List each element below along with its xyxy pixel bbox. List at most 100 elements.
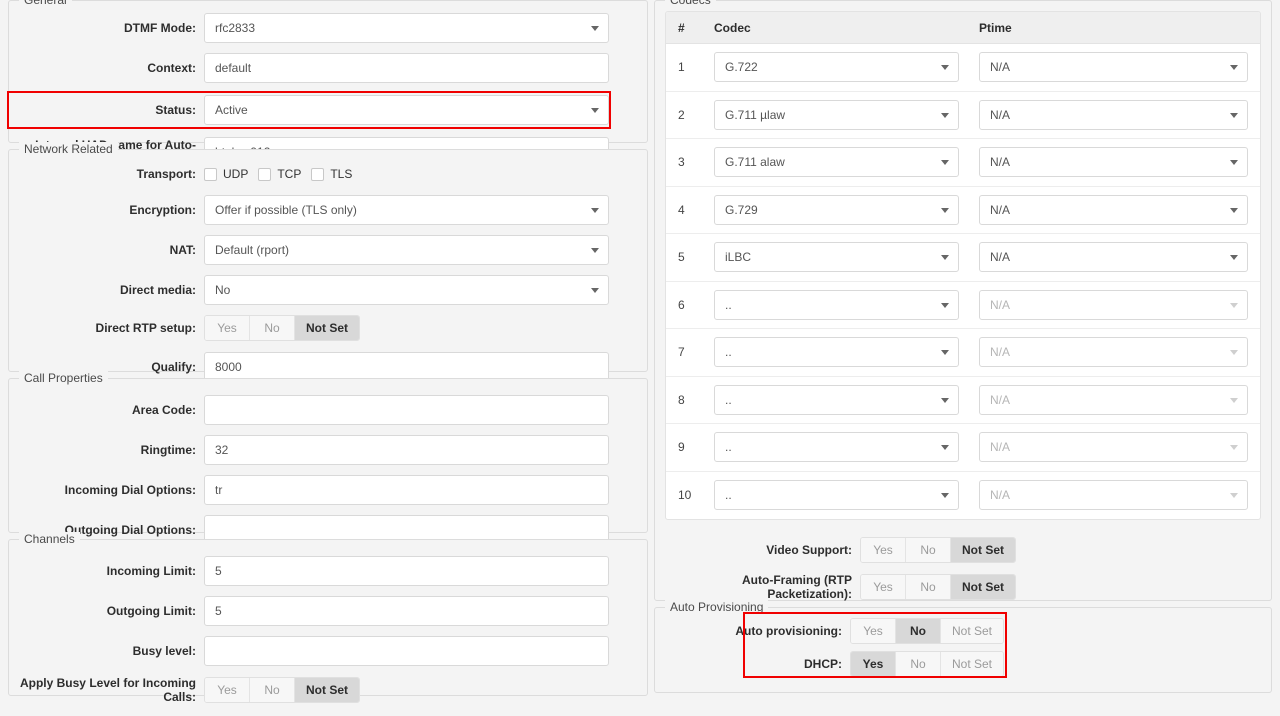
chevron-down-icon [1230, 397, 1238, 403]
toggle-auto-framing-yes[interactable]: Yes [861, 575, 906, 599]
chevron-down-icon [941, 445, 949, 451]
checkbox-item-udp[interactable]: UDP [204, 167, 248, 181]
select-codec-2[interactable]: G.711 µlaw [714, 99, 959, 130]
select-status[interactable]: Active [204, 95, 609, 125]
select-direct-media-value: No [215, 283, 231, 297]
select-codec-7[interactable]: .. [714, 337, 959, 368]
codec-row-number: 7 [678, 345, 685, 360]
table-row: 6 .. N/A [666, 282, 1260, 329]
select-direct-media[interactable]: No [204, 275, 609, 305]
field-row-outgoing-limit: Outgoing Limit: 5 [9, 596, 609, 626]
toggle-video-support-no[interactable]: No [906, 538, 951, 562]
input-context[interactable]: default [204, 53, 609, 83]
checkbox-tcp[interactable] [258, 167, 272, 181]
select-ptime-3[interactable]: N/A [979, 147, 1248, 178]
chevron-down-icon [941, 207, 949, 213]
table-row: 3 G.711 alaw N/A [666, 139, 1260, 187]
field-row-ringtime: Ringtime: 32 [9, 435, 609, 465]
select-dtmf-mode-value: rfc2833 [215, 21, 256, 35]
codec-row-number: 8 [678, 392, 685, 407]
panel-call-properties-legend: Call Properties [19, 371, 108, 385]
label-video-support: Video Support: [766, 543, 852, 557]
select-ptime-3-value: N/A [990, 155, 1011, 170]
checkbox-tls[interactable] [311, 167, 325, 181]
codec-row-number: 9 [678, 440, 685, 455]
left-column: General DTMF Mode: rfc2833 Context: defa… [7, 0, 648, 704]
select-ptime-10: N/A [979, 480, 1248, 511]
toggle-auto-framing-no[interactable]: No [906, 575, 951, 599]
input-outgoing-limit[interactable]: 5 [204, 596, 609, 626]
chevron-down-icon [1230, 112, 1238, 118]
select-ptime-1-value: N/A [990, 60, 1011, 75]
checkbox-item-tls[interactable]: TLS [311, 167, 352, 181]
input-incoming-dial-options[interactable]: tr [204, 475, 609, 505]
toggle-direct-rtp-no[interactable]: No [250, 316, 295, 340]
label-outgoing-limit: Outgoing Limit: [106, 604, 196, 618]
toggle-direct-rtp-not-set[interactable]: Not Set [295, 316, 359, 340]
select-codec-8[interactable]: .. [714, 384, 959, 415]
chevron-down-icon [1230, 350, 1238, 356]
select-codec-10[interactable]: .. [714, 480, 959, 511]
chevron-down-icon [941, 397, 949, 403]
select-codec-2-value: G.711 µlaw [725, 107, 786, 122]
label-area-code: Area Code: [131, 403, 196, 417]
toggle-video-support-yes[interactable]: Yes [861, 538, 906, 562]
select-ptime-9-value: N/A [990, 440, 1011, 455]
panel-channels: Channels Incoming Limit: 5 Outgoing Limi… [8, 532, 648, 704]
select-nat[interactable]: Default (rport) [204, 235, 609, 265]
field-row-direct-media: Direct media: No [9, 275, 609, 305]
select-encryption[interactable]: Offer if possible (TLS only) [204, 195, 609, 225]
toggle-auto-framing-not-set[interactable]: Not Set [951, 575, 1015, 599]
chevron-down-icon [591, 248, 599, 253]
codec-row-number: 1 [678, 60, 685, 75]
field-row-incoming-dial-options: Incoming Dial Options: tr [9, 475, 609, 505]
select-codec-1[interactable]: G.722 [714, 52, 959, 83]
label-auto-framing: Auto-Framing (RTP Packetization): [742, 573, 852, 601]
table-row: 2 G.711 µlaw N/A [666, 92, 1260, 139]
select-ptime-10-value: N/A [990, 488, 1011, 503]
select-ptime-1[interactable]: N/A [979, 52, 1248, 83]
select-codec-6-value: .. [725, 297, 732, 312]
select-ptime-5[interactable]: N/A [979, 242, 1248, 273]
input-busy-level[interactable] [204, 636, 609, 666]
select-codec-3[interactable]: G.711 alaw [714, 147, 959, 178]
select-codec-9-value: .. [725, 440, 732, 455]
codec-row-number: 10 [678, 488, 692, 503]
checkbox-udp[interactable] [204, 167, 217, 181]
codec-row-number: 3 [678, 155, 685, 170]
input-area-code[interactable] [204, 395, 609, 425]
select-ptime-7-value: N/A [990, 345, 1011, 360]
input-ringtime[interactable]: 32 [204, 435, 609, 465]
input-incoming-limit[interactable]: 5 [204, 556, 609, 586]
toggle-apply-busy-not-set[interactable]: Not Set [295, 678, 359, 702]
select-codec-5[interactable]: iLBC [714, 242, 959, 273]
table-row: 4 G.729 N/A [666, 187, 1260, 234]
select-codec-4[interactable]: G.729 [714, 194, 959, 225]
codec-row-number: 4 [678, 202, 685, 217]
select-ptime-4[interactable]: N/A [979, 194, 1248, 225]
select-ptime-2[interactable]: N/A [979, 99, 1248, 130]
select-codec-6[interactable]: .. [714, 289, 959, 320]
panel-general-legend: General [19, 0, 72, 7]
select-codec-7-value: .. [725, 345, 732, 360]
column-header-number: # [678, 20, 685, 35]
field-row-dtmf-mode: DTMF Mode: rfc2833 [9, 13, 609, 43]
toggle-apply-busy-yes[interactable]: Yes [205, 678, 250, 702]
toggle-group-direct-rtp-setup: Yes No Not Set [204, 315, 360, 341]
chevron-down-icon [941, 160, 949, 166]
select-codec-9[interactable]: .. [714, 432, 959, 463]
field-row-direct-rtp-setup: Direct RTP setup: Yes No Not Set [9, 315, 609, 341]
toggle-apply-busy-no[interactable]: No [250, 678, 295, 702]
chevron-down-icon [591, 26, 599, 31]
label-nat: NAT: [169, 243, 196, 257]
select-codec-8-value: .. [725, 392, 732, 407]
checkbox-tcp-label: TCP [277, 167, 302, 181]
table-row: 5 iLBC N/A [666, 234, 1260, 282]
chevron-down-icon [1230, 65, 1238, 71]
field-row-status: Status: Active [7, 91, 611, 129]
panel-codecs-legend: Codecs [665, 0, 716, 7]
checkbox-item-tcp[interactable]: TCP [258, 167, 301, 181]
toggle-direct-rtp-yes[interactable]: Yes [205, 316, 250, 340]
toggle-video-support-not-set[interactable]: Not Set [951, 538, 1015, 562]
select-dtmf-mode[interactable]: rfc2833 [204, 13, 609, 43]
